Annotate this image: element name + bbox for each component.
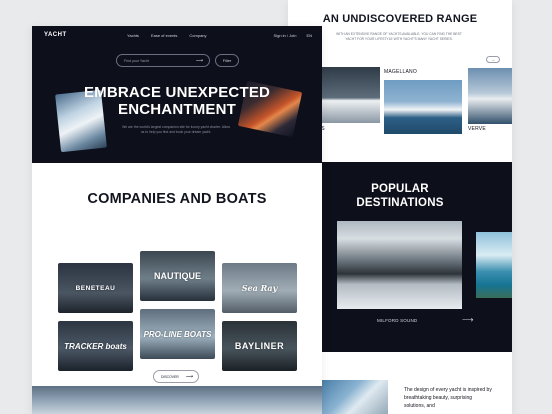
brand-card-bayliner[interactable]: BAYLINER [222,321,297,371]
destination-next-arrow[interactable]: ⟶ [462,316,473,324]
arrow-right-icon: ⟶ [185,374,193,380]
hero-subtitle: We are the world's largest companion sit… [122,125,230,134]
hero-title: EMBRACE UNEXPECTED ENCHANTMENT [83,84,271,118]
brand-card-pro-line[interactable]: PRO-LINE BOATS [140,309,215,359]
brand-name: BENETEAU [75,284,116,292]
brand-name: BAYLINER [234,341,285,351]
bottom-yacht-banner [32,386,322,414]
brand-card-sea-ray[interactable]: Sea Ray [222,263,297,313]
search-submit-arrow-icon[interactable]: ⟶ [196,58,203,64]
destination-image-next[interactable] [476,232,512,298]
brand-name: PRO-LINE BOATS [143,329,212,339]
discover-button[interactable]: DISCOVER ⟶ [153,370,199,383]
range-label-magellano: MAGELLANO [384,69,417,75]
range-card-ts[interactable] [318,67,380,123]
destination-image-milford-sound[interactable] [337,221,462,309]
discover-label: DISCOVER [161,375,179,379]
brand-name: Sea Ray [241,283,278,293]
hero-section: YACHT Yachts Ease of events Company Sign… [32,26,322,163]
range-card-magellano[interactable] [384,80,462,134]
nav-links: Yachts Ease of events Company [127,33,207,38]
destination-label: MILFORD SOUND [377,318,418,323]
brand-card-beneteau[interactable]: BENETEAU [58,263,133,313]
brand-card-tracker[interactable]: TRACKER boats [58,321,133,371]
range-next-button[interactable]: → [486,56,500,63]
bottom-yacht-image [322,380,388,414]
brand-name: NAUTIQUE [154,271,201,281]
left-page-preview: YACHT Yachts Ease of events Company Sign… [32,26,322,414]
search-placeholder: Find your Yacht [124,59,149,63]
top-nav: YACHT Yachts Ease of events Company Sign… [32,26,322,46]
nav-link-company[interactable]: Company [189,33,206,38]
companies-section: COMPANIES AND BOATS BENETEAU NAUTIQUE Se… [32,163,322,386]
range-title: AN UNDISCOVERED RANGE [322,13,478,25]
bottom-paragraph: The design of every yacht is inspired by… [404,387,492,409]
yacht-logo[interactable]: YACHT [44,32,67,38]
filter-button[interactable]: Filter [215,54,239,67]
sign-in-link[interactable]: Sign in / Join [274,33,297,38]
companies-title: COMPANIES AND BOATS [87,191,267,207]
nav-right: Sign in / Join EN [274,33,312,38]
search-input[interactable]: Find your Yacht ⟶ [116,54,210,67]
destinations-title: POPULAR DESTINATIONS [356,183,444,209]
brand-card-nautique[interactable]: NAUTIQUE [140,251,215,301]
range-card-verve[interactable] [468,68,512,124]
language-selector[interactable]: EN [306,33,312,38]
destinations-section: POPULAR DESTINATIONS MILFORD SOUND ⟶ [320,162,512,352]
nav-link-yachts[interactable]: Yachts [127,33,139,38]
brand-name: TRACKER boats [64,341,127,351]
range-label-verve: VERVE [468,126,486,132]
range-subtitle: WITH AN EXTENSIVE RANGE OF YACHTS AVAILA… [336,32,462,41]
nav-link-ease-of-events[interactable]: Ease of events [151,33,177,38]
